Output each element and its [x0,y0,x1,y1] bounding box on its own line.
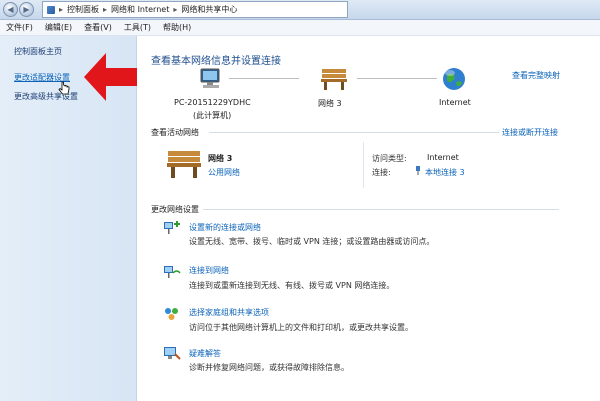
section-divider [203,209,559,210]
homegroup-sharing-desc: 访问位于其他网络计算机上的文件和打印机，或更改共享设置。 [189,323,413,332]
connection-label: 连接: [372,168,391,177]
map-network-name: 网络 3 [318,99,342,108]
menu-edit[interactable]: 编辑(E) [39,22,78,33]
red-arrow-icon [84,53,137,101]
menu-tools[interactable]: 工具(T) [118,22,157,33]
local-connection-icon [416,166,420,175]
connect-to-network-desc: 连接到或重新连接到无线、有线、拨号或 VPN 网络连接。 [189,281,395,290]
active-network-name: 网络 3 [208,154,233,163]
breadcrumb-item-network-center[interactable]: 网络和共享中心 [181,4,237,15]
control-panel-icon [47,5,55,14]
setup-new-connection-desc: 设置无线、宽带、拨号、临时或 VPN 连接；或设置路由器或访问点。 [189,237,435,246]
map-internet-label: Internet [439,98,471,107]
troubleshoot-icon [164,347,181,360]
main-content: 查看基本网络信息并设置连接 查看完整映射 PC-20151229YDHC (此计… [137,36,600,401]
breadcrumb-item-control-panel[interactable]: 控制面板 [67,4,99,15]
address-bar: ◀ ▶ ▸ 控制面板 ▸ 网络和 Internet ▸ 网络和共享中心 [0,0,600,20]
hand-cursor-icon [58,81,70,95]
network-type-link[interactable]: 公用网络 [208,167,240,178]
page-title: 查看基本网络信息并设置连接 [151,56,281,67]
connect-disconnect-link[interactable]: 连接或断开连接 [502,127,558,138]
homegroup-icon [165,308,178,320]
access-type-label: 访问类型: [372,154,407,163]
active-networks-title: 查看活动网络 [151,128,199,137]
breadcrumb-item-network-internet[interactable]: 网络和 Internet [111,4,169,15]
troubleshoot-desc: 诊断并修复网络问题，或获得故障排除信息。 [189,363,349,372]
view-full-map-link[interactable]: 查看完整映射 [512,70,560,81]
breadcrumb[interactable]: ▸ 控制面板 ▸ 网络和 Internet ▸ 网络和共享中心 [42,1,348,18]
local-connection-link[interactable]: 本地连接 3 [425,167,465,178]
change-settings-title: 更改网络设置 [151,205,199,214]
active-network-bench-icon [167,151,201,178]
menu-bar: 文件(F) 编辑(E) 查看(V) 工具(T) 帮助(H) [0,20,600,36]
breadcrumb-separator: ▸ [103,5,108,14]
access-type-value: Internet [427,153,459,162]
section-divider [209,132,499,133]
new-connection-icon [164,221,180,234]
menu-help[interactable]: 帮助(H) [157,22,197,33]
back-icon[interactable]: ◀ [3,2,18,17]
forward-icon[interactable]: ▶ [19,2,34,17]
computer-name: PC-20151229YDHC [174,98,251,107]
connect-to-network-link[interactable]: 连接到网络 [189,265,229,276]
bench-icon [321,69,347,90]
connect-network-icon [164,266,181,278]
computer-icon [200,68,220,88]
sidebar-item-home[interactable]: 控制面板主页 [14,46,62,57]
homegroup-sharing-link[interactable]: 选择家庭组和共享选项 [189,307,269,318]
setup-new-connection-link[interactable]: 设置新的连接或网络 [189,222,261,233]
map-connector-line [229,78,299,79]
menu-view[interactable]: 查看(V) [78,22,118,33]
menu-file[interactable]: 文件(F) [0,22,39,33]
troubleshoot-link[interactable]: 疑难解答 [189,348,221,359]
computer-note: (此计算机) [193,111,232,120]
vertical-divider [363,142,364,188]
breadcrumb-separator: ▸ [173,5,178,14]
globe-icon [443,68,465,90]
breadcrumb-separator: ▸ [59,5,64,14]
map-connector-line [357,78,437,79]
